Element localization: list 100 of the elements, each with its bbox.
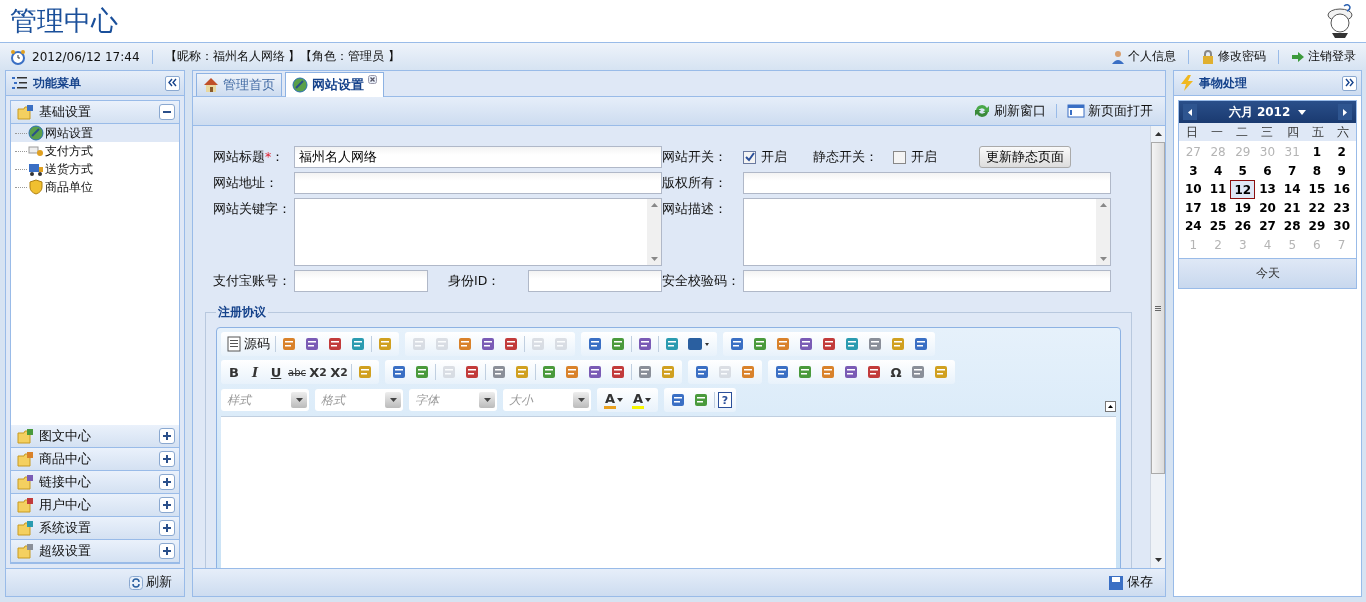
color-button[interactable]: A — [601, 391, 626, 409]
menu-section-header[interactable]: 商品中心 — [11, 448, 179, 471]
expand-toggle-icon[interactable] — [159, 451, 175, 467]
expand-toggle-icon[interactable] — [159, 520, 175, 536]
input-field[interactable] — [528, 270, 662, 292]
menu-section-header[interactable]: 超级设置 — [11, 540, 179, 563]
calendar-day[interactable]: 19 — [1230, 198, 1256, 217]
checkbox[interactable]: 开启 — [893, 148, 963, 166]
menu-item[interactable]: 网站设置 — [11, 124, 179, 142]
toolbar-button[interactable]: 新页面打开 — [1063, 100, 1157, 122]
document-icon — [227, 336, 241, 352]
field-label: 网站关键字： — [213, 200, 292, 218]
calendar-day[interactable]: 9 — [1329, 161, 1354, 180]
calendar-day[interactable]: 16 — [1329, 180, 1354, 199]
weekday-label: 五 — [1311, 123, 1326, 141]
save-button[interactable]: 保存 — [1104, 572, 1157, 593]
calendar-day[interactable]: 30 — [1329, 217, 1354, 236]
calendar-day[interactable]: 26 — [1230, 217, 1256, 236]
input-field[interactable] — [294, 270, 428, 292]
caret-icon — [385, 392, 401, 408]
weekday-label: 六 — [1336, 123, 1351, 141]
format-button[interactable]: Ω — [887, 362, 905, 382]
menu-item[interactable]: 送货方式 — [11, 160, 179, 178]
format-button[interactable]: U — [267, 362, 285, 382]
calendar-day[interactable]: 13 — [1255, 180, 1280, 199]
expand-button[interactable] — [1342, 75, 1357, 91]
right-arrow-icon — [1343, 108, 1347, 116]
group-legend: 注册协议 — [216, 304, 268, 321]
calendar-day[interactable]: 8 — [1304, 161, 1330, 180]
input-field[interactable] — [743, 172, 1111, 194]
menu-item[interactable]: 商品单位 — [11, 178, 179, 196]
previous-month-button[interactable] — [1183, 104, 1197, 120]
header-link[interactable]: 修改密码 — [1201, 48, 1266, 65]
calendar-day[interactable]: 7 — [1279, 161, 1305, 180]
menu-section-header[interactable]: 链接中心 — [11, 471, 179, 494]
expand-toggle-icon[interactable] — [159, 543, 175, 559]
calendar-day[interactable]: 12 — [1230, 180, 1256, 199]
format-button[interactable]: I — [246, 362, 264, 382]
calendar-day[interactable]: 22 — [1304, 198, 1330, 217]
expand-toggle-icon[interactable] — [159, 474, 175, 490]
calendar-day[interactable]: 5 — [1230, 161, 1256, 180]
caret-icon — [1298, 109, 1307, 115]
tab[interactable]: 网站设置 — [285, 72, 384, 97]
menu-section-header[interactable]: 图文中心 — [11, 425, 179, 448]
update-static-button[interactable]: 更新静态页面 — [979, 146, 1071, 168]
menu-section-header[interactable]: 系统设置 — [11, 517, 179, 540]
calendar-day[interactable]: 17 — [1181, 198, 1206, 217]
truck-icon — [28, 161, 44, 177]
calendar-day[interactable]: 15 — [1304, 180, 1330, 199]
calendar-day[interactable]: 18 — [1205, 198, 1231, 217]
calendar-day[interactable]: 23 — [1329, 198, 1354, 217]
field-label: 安全校验码： — [662, 272, 741, 290]
tab[interactable]: 管理首页 — [196, 73, 282, 96]
calendar-day[interactable]: 27 — [1255, 217, 1280, 236]
calendar-day[interactable]: 11 — [1205, 180, 1231, 199]
collapse-toolbar-icon[interactable] — [1105, 401, 1116, 412]
field-label: 网站开关： — [662, 148, 728, 166]
expand-toggle-icon[interactable] — [159, 428, 175, 444]
calendar-day[interactable]: 14 — [1279, 180, 1305, 199]
checkbox[interactable]: 开启 — [743, 148, 813, 166]
user-info: 【昵称：福州名人网络 】【角色：管理员 】 — [164, 48, 401, 65]
scroll-up-icon[interactable] — [1154, 132, 1162, 136]
input-field[interactable] — [294, 172, 662, 194]
calendar-day[interactable]: 3 — [1181, 161, 1206, 180]
toolbar-button[interactable]: 刷新窗口 — [969, 100, 1050, 122]
scrollbar[interactable] — [1150, 126, 1165, 568]
calendar-day[interactable]: 10 — [1181, 180, 1206, 199]
calendar-day[interactable]: 21 — [1279, 198, 1305, 217]
field-label: 网站地址： — [213, 174, 279, 192]
scroll-down-icon[interactable] — [1154, 558, 1162, 562]
format-button[interactable]: B — [225, 362, 243, 382]
input-field[interactable]: 福州名人网络 — [294, 146, 662, 168]
calendar-day[interactable]: 24 — [1181, 217, 1206, 236]
header-link[interactable]: 个人信息 — [1111, 48, 1176, 65]
expand-toggle-icon[interactable] — [159, 497, 175, 513]
calendar-day[interactable]: 6 — [1255, 161, 1280, 180]
calendar-day[interactable]: 29 — [1304, 217, 1330, 236]
calendar-day[interactable]: 28 — [1279, 217, 1305, 236]
menu-item[interactable]: 支付方式 — [11, 142, 179, 160]
calendar-day[interactable]: 25 — [1205, 217, 1231, 236]
menu-section-header[interactable]: 基础设置 — [11, 101, 179, 124]
input-field[interactable] — [743, 270, 1111, 292]
calendar-day[interactable]: 20 — [1255, 198, 1280, 217]
calendar-day[interactable]: 1 — [1304, 143, 1330, 162]
calendar-day[interactable]: 2 — [1329, 143, 1354, 162]
grip-icon[interactable] — [1155, 305, 1161, 311]
color-button[interactable]: A — [629, 391, 654, 409]
collapse-toggle-icon[interactable] — [159, 104, 175, 120]
header-link[interactable]: 注销登录 — [1291, 48, 1356, 65]
close-icon[interactable] — [368, 74, 377, 87]
menu-section-header[interactable]: 用户中心 — [11, 494, 179, 517]
alarm-clock-icon — [10, 48, 26, 65]
folder-icon — [17, 451, 35, 467]
date-time: 2012/06/12 17:44 — [32, 49, 140, 64]
format-button[interactable]: abc — [288, 362, 306, 382]
calendar-day[interactable]: 4 — [1205, 161, 1231, 180]
help-button[interactable]: ? — [718, 392, 732, 408]
today-button[interactable]: 今天 — [1179, 258, 1356, 288]
next-month-button[interactable] — [1338, 104, 1352, 120]
collapse-button[interactable] — [165, 75, 180, 91]
